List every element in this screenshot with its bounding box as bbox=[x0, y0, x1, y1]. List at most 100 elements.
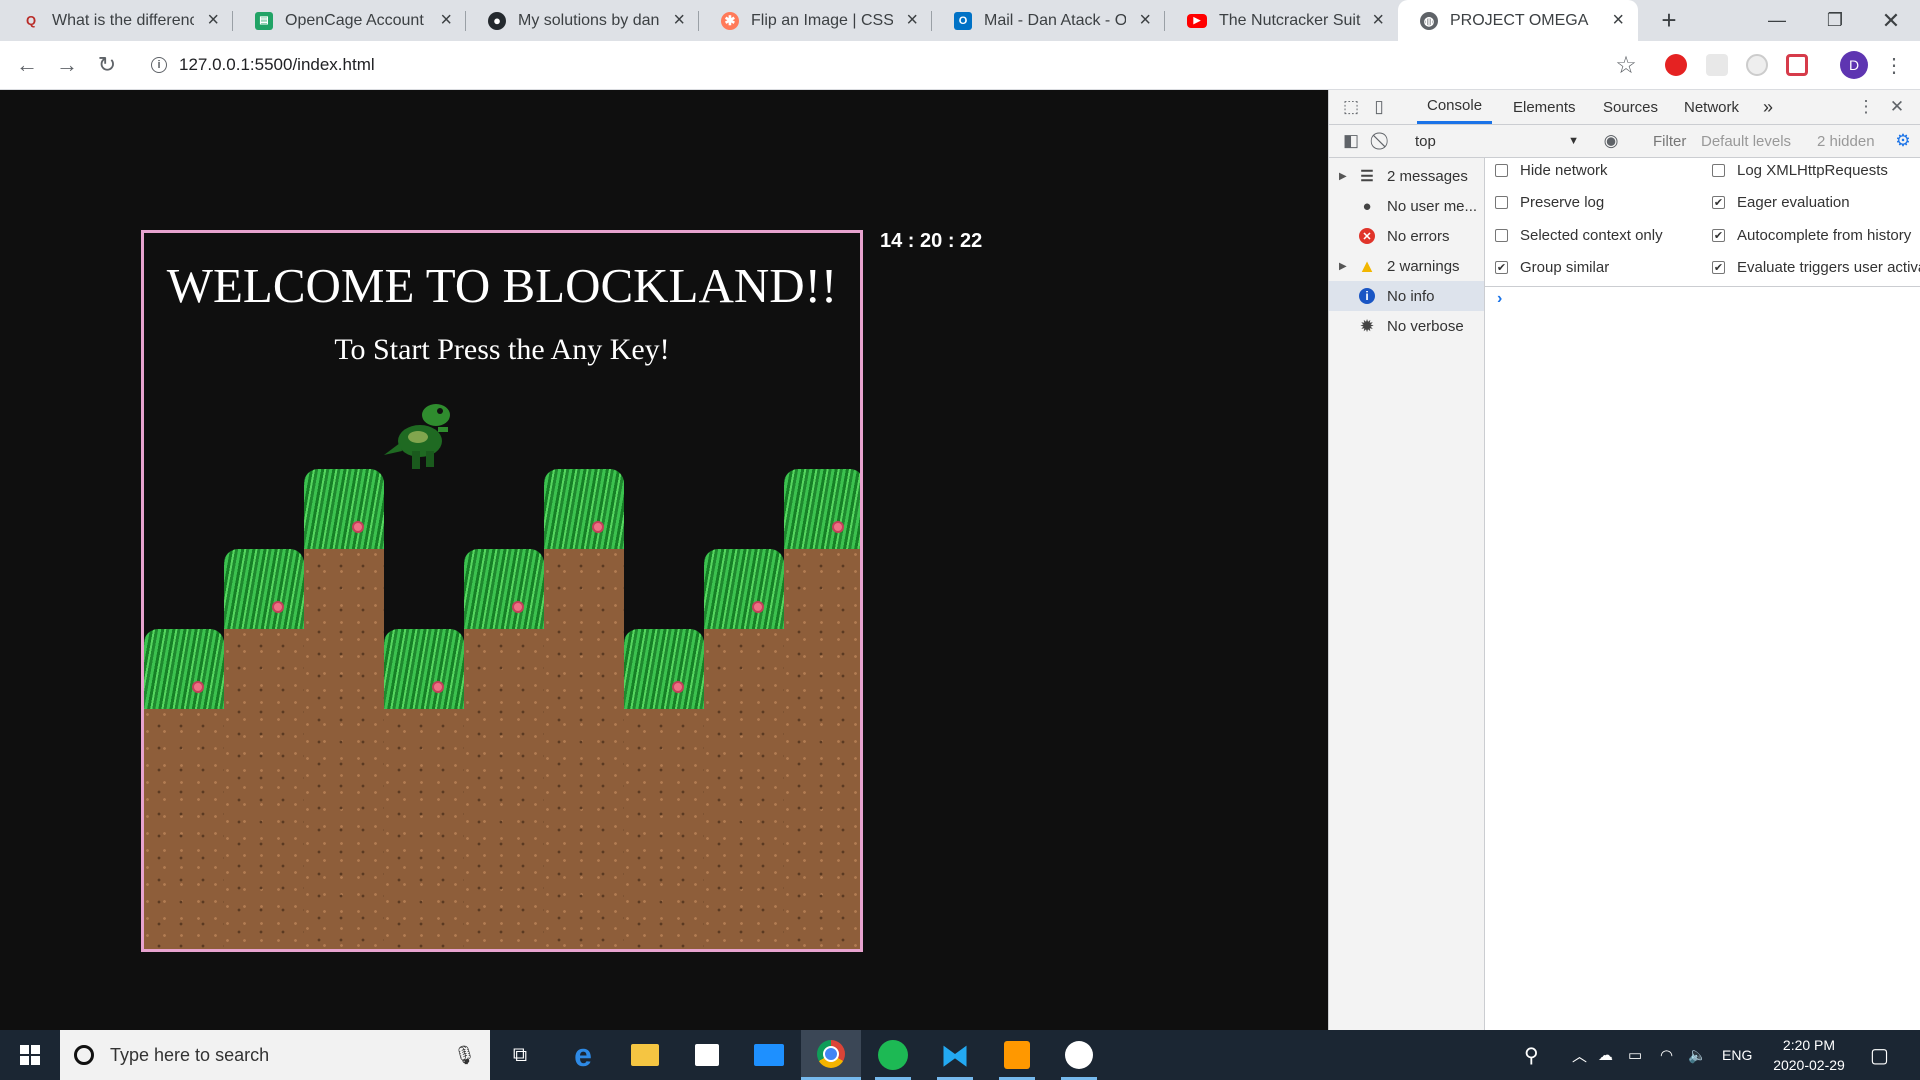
devtools-tabbar: ⬚ ▯ Console Elements Sources Network » ⋮… bbox=[1329, 90, 1920, 125]
close-devtools-icon[interactable]: ✕ bbox=[1885, 95, 1909, 119]
language-indicator[interactable]: ENG bbox=[1722, 1030, 1752, 1080]
browser-tab[interactable]: ● My solutions by dan-at × bbox=[466, 0, 699, 41]
close-tab-icon[interactable]: × bbox=[673, 9, 685, 32]
close-tab-icon[interactable]: × bbox=[906, 9, 918, 32]
tab-console[interactable]: Console bbox=[1417, 90, 1493, 124]
eager-evaluation-checkbox[interactable]: ✔ Eager evaluation bbox=[1712, 194, 1850, 211]
back-icon[interactable]: ← bbox=[13, 51, 41, 79]
extension-icon[interactable] bbox=[1706, 54, 1728, 76]
console-prompt[interactable]: › bbox=[1497, 290, 1502, 308]
browser-tab[interactable]: Q What is the difference b × bbox=[0, 0, 233, 41]
sublime-text-icon[interactable] bbox=[987, 1030, 1047, 1080]
sidebar-item-label: 2 warnings bbox=[1387, 257, 1460, 275]
tab-title: Mail - Dan Atack - Outl bbox=[984, 11, 1126, 29]
console-settings-gear-icon[interactable]: ⚙ bbox=[1891, 129, 1915, 153]
onedrive-icon[interactable]: ☁ bbox=[1598, 1030, 1613, 1080]
autocomplete-history-checkbox[interactable]: ✔ Autocomplete from history bbox=[1712, 227, 1911, 244]
adblock-extension-icon[interactable] bbox=[1665, 54, 1687, 76]
more-tabs-icon[interactable]: » bbox=[1763, 90, 1773, 124]
close-window-button[interactable]: ✕ bbox=[1862, 0, 1920, 41]
battery-icon[interactable]: ▭ bbox=[1628, 1030, 1642, 1080]
browser-tab[interactable]: ▶ The Nutcracker Suite F × bbox=[1165, 0, 1398, 41]
maximize-button[interactable]: ❐ bbox=[1806, 0, 1864, 41]
notification-center-icon[interactable]: ▢ bbox=[1870, 1030, 1889, 1080]
expand-triangle-icon: ▶ bbox=[1339, 260, 1347, 272]
menu-kebab-icon[interactable]: ⋮ bbox=[1880, 51, 1908, 79]
selected-context-checkbox[interactable]: Selected context only bbox=[1495, 227, 1663, 244]
chrome-icon[interactable] bbox=[801, 1030, 861, 1080]
filter-input[interactable]: Filter bbox=[1643, 129, 1703, 153]
browser-tab[interactable]: O Mail - Dan Atack - Outl × bbox=[932, 0, 1165, 41]
url-text[interactable]: 127.0.0.1:5500/index.html bbox=[179, 55, 375, 75]
store-icon[interactable] bbox=[677, 1030, 737, 1080]
browser-tab[interactable]: ▤ OpenCage Account Da × bbox=[233, 0, 466, 41]
profile-avatar[interactable]: D bbox=[1840, 51, 1868, 79]
sidebar-item-errors[interactable]: ✕ No errors bbox=[1329, 221, 1484, 251]
devtools-menu-icon[interactable]: ⋮ bbox=[1854, 95, 1878, 119]
preserve-log-checkbox[interactable]: Preserve log bbox=[1495, 194, 1604, 211]
sidebar-item-info[interactable]: i No info bbox=[1329, 281, 1484, 311]
tab-title: PROJECT OMEGA bbox=[1450, 11, 1589, 29]
system-clock[interactable]: 2:20 PM 2020-02-29 bbox=[1764, 1035, 1854, 1075]
file-explorer-icon[interactable] bbox=[615, 1030, 675, 1080]
cortana-icon bbox=[74, 1045, 94, 1065]
new-tab-button[interactable]: + bbox=[1640, 0, 1698, 41]
browser-tab-active[interactable]: ◍ PROJECT OMEGA × bbox=[1398, 0, 1638, 41]
edge-icon[interactable]: e bbox=[553, 1030, 613, 1080]
device-toolbar-icon[interactable]: ▯ bbox=[1367, 95, 1391, 119]
browser-tab[interactable]: ✱ Flip an Image | CSS-Tric × bbox=[699, 0, 932, 41]
inspect-element-icon[interactable]: ⬚ bbox=[1339, 95, 1363, 119]
close-tab-icon[interactable]: × bbox=[207, 9, 219, 32]
pocket-extension-icon[interactable] bbox=[1786, 54, 1808, 76]
microphone-icon[interactable]: 🎙 bbox=[453, 1045, 476, 1066]
error-icon: ✕ bbox=[1359, 228, 1375, 244]
sidebar-item-warnings[interactable]: ▶ ▲ 2 warnings bbox=[1329, 251, 1484, 281]
windows-start-icon[interactable] bbox=[0, 1030, 60, 1080]
tab-elements[interactable]: Elements bbox=[1513, 90, 1576, 124]
taskbar-search-box[interactable]: Type here to search 🎙 bbox=[60, 1030, 490, 1080]
hide-network-checkbox[interactable]: Hide network bbox=[1495, 162, 1608, 179]
live-expression-eye-icon[interactable]: ◉ bbox=[1599, 129, 1623, 153]
close-tab-icon[interactable]: × bbox=[1372, 9, 1384, 32]
sidebar-item-label: No errors bbox=[1387, 227, 1450, 245]
extension-icon[interactable] bbox=[1746, 54, 1768, 76]
close-tab-icon[interactable]: × bbox=[1612, 9, 1624, 32]
log-xhr-checkbox[interactable]: Log XMLHttpRequests bbox=[1712, 162, 1888, 179]
grass-block bbox=[544, 469, 624, 549]
vscode-icon[interactable]: ⧓ bbox=[925, 1030, 985, 1080]
console-settings-pane: Hide network Preserve log Selected conte… bbox=[1485, 158, 1920, 287]
evaluate-triggers-checkbox[interactable]: ✔ Evaluate triggers user activa bbox=[1712, 259, 1920, 276]
people-icon[interactable]: ⚲ bbox=[1524, 1030, 1539, 1080]
tab-network[interactable]: Network bbox=[1684, 90, 1739, 124]
task-view-icon[interactable]: ⧉ bbox=[490, 1030, 550, 1080]
sidebar-item-user-messages[interactable]: ● No user me... bbox=[1329, 191, 1484, 221]
sidebar-item-verbose[interactable]: ✹ No verbose bbox=[1329, 311, 1484, 341]
clear-console-icon[interactable]: ⃠ bbox=[1371, 129, 1395, 153]
close-tab-icon[interactable]: × bbox=[440, 9, 452, 32]
log-levels-dropdown[interactable]: Default levels bbox=[1701, 129, 1791, 153]
mail-icon[interactable] bbox=[739, 1030, 799, 1080]
dinosaur-sprite bbox=[384, 404, 450, 469]
game-board[interactable]: WELCOME TO BLOCKLAND!! To Start Press th… bbox=[141, 230, 863, 952]
slack-icon[interactable] bbox=[1049, 1030, 1109, 1080]
devtools-panel: ⬚ ▯ Console Elements Sources Network » ⋮… bbox=[1328, 90, 1920, 1030]
tray-chevron-icon[interactable]: ︿ bbox=[1572, 1030, 1587, 1080]
youtube-icon: ▶ bbox=[1187, 13, 1207, 28]
close-tab-icon[interactable]: × bbox=[1139, 9, 1151, 32]
tab-title: My solutions by dan-at bbox=[518, 11, 660, 29]
reload-icon[interactable]: ↻ bbox=[93, 51, 121, 79]
dirt-block bbox=[704, 629, 784, 949]
tab-sources[interactable]: Sources bbox=[1603, 90, 1658, 124]
forward-icon[interactable]: → bbox=[53, 51, 81, 79]
address-bar[interactable]: i 127.0.0.1:5500/index.html bbox=[137, 47, 1615, 83]
group-similar-checkbox[interactable]: ✔ Group similar bbox=[1495, 259, 1609, 276]
bookmark-star-icon[interactable]: ☆ bbox=[1612, 51, 1640, 79]
volume-icon[interactable]: 🔈 bbox=[1688, 1030, 1707, 1080]
sidebar-toggle-icon[interactable]: ◧ bbox=[1339, 129, 1363, 153]
site-info-icon[interactable]: i bbox=[151, 57, 167, 73]
minimize-button[interactable]: — bbox=[1748, 0, 1806, 41]
sidebar-item-messages[interactable]: ▶ ☰ 2 messages bbox=[1329, 161, 1484, 191]
spotify-icon[interactable] bbox=[863, 1030, 923, 1080]
wifi-icon[interactable]: ◠ bbox=[1660, 1030, 1673, 1080]
context-selector[interactable]: top ▼ bbox=[1415, 129, 1579, 153]
